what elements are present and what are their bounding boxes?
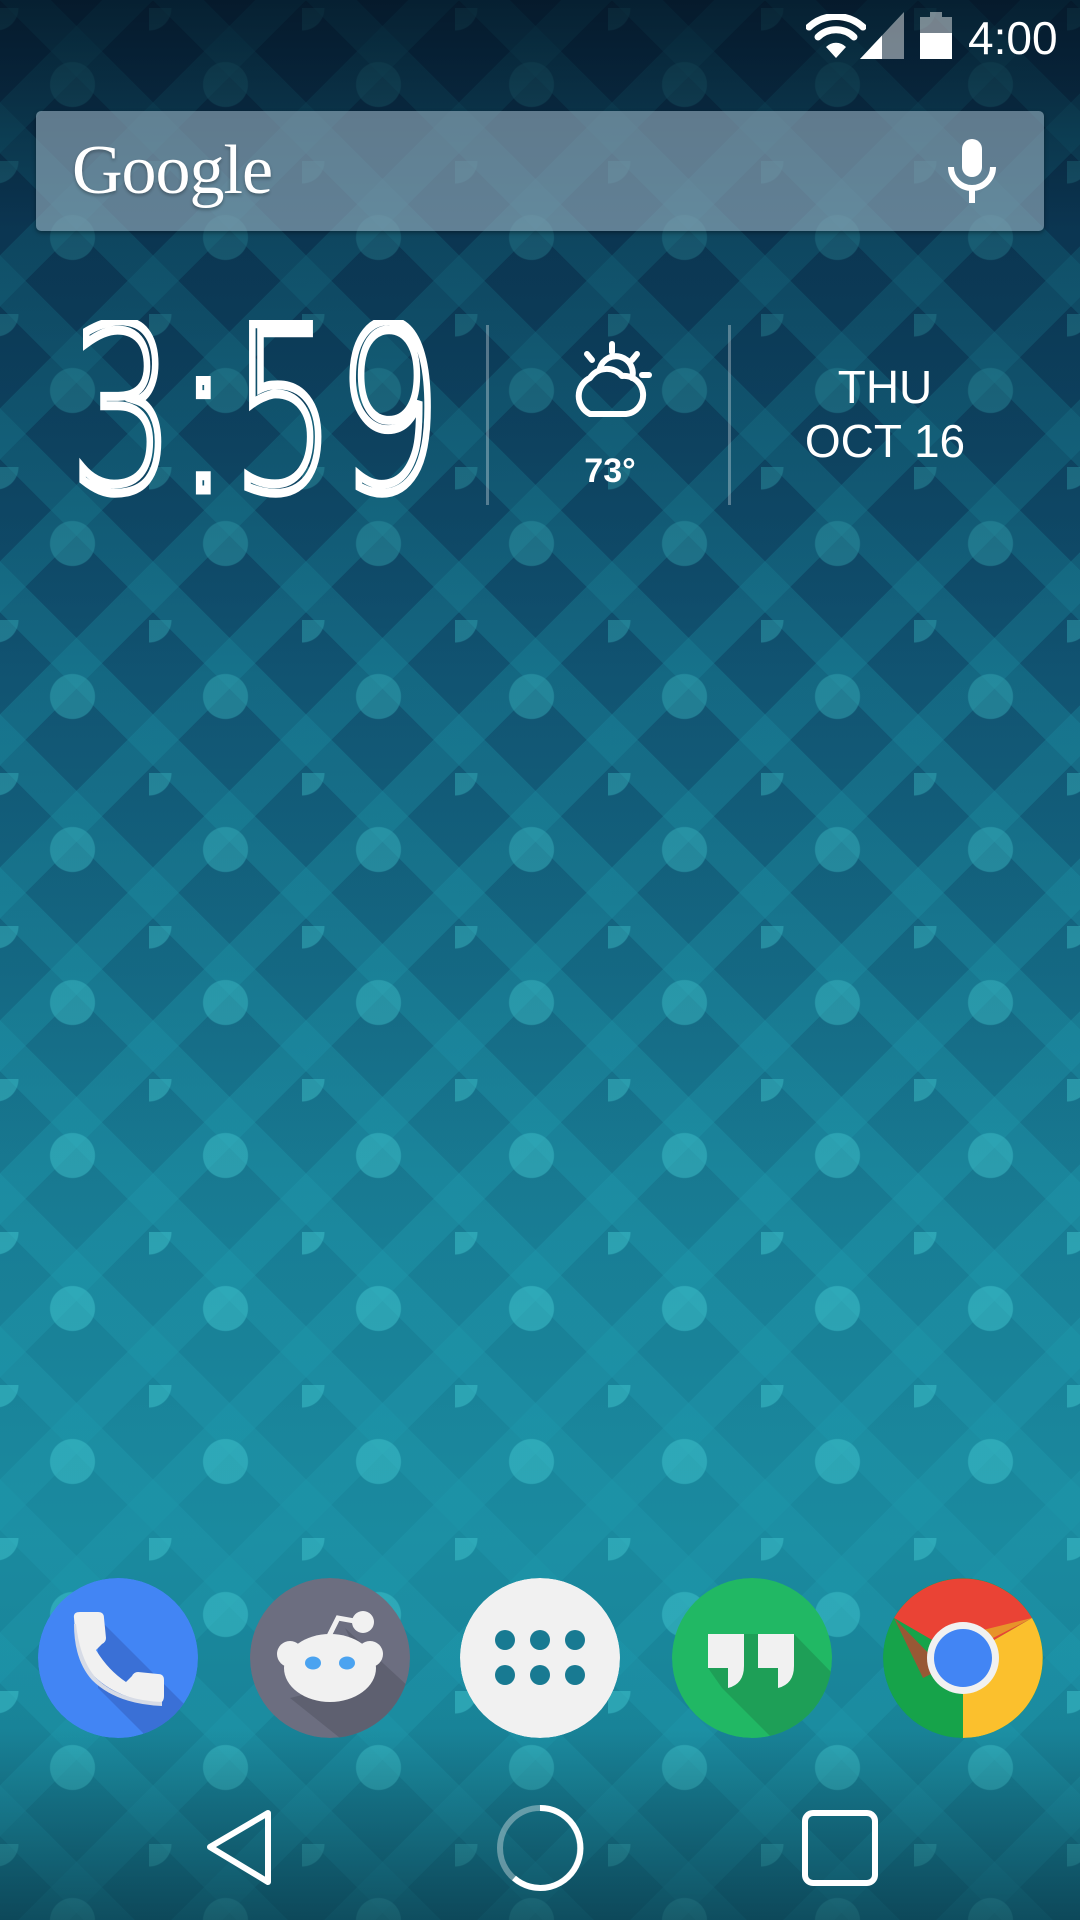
wifi-icon xyxy=(806,14,866,58)
dock-app-chrome[interactable] xyxy=(883,1578,1043,1738)
back-icon[interactable] xyxy=(200,1805,280,1890)
dock-app-phone[interactable] xyxy=(38,1578,198,1738)
dock-app-hangouts[interactable] xyxy=(672,1578,832,1738)
chrome-icon xyxy=(883,1578,1043,1738)
weather-temperature: 73° xyxy=(584,452,636,490)
google-logo: Google xyxy=(72,132,273,209)
microphone-icon[interactable] xyxy=(936,135,1008,207)
date-date: OCT 16 xyxy=(804,415,966,467)
dock-app-reddit[interactable] xyxy=(250,1578,410,1738)
battery-icon xyxy=(920,12,952,59)
date-day: THU xyxy=(837,361,933,413)
hangouts-icon xyxy=(672,1578,832,1738)
recents-icon[interactable] xyxy=(800,1808,880,1888)
phone-icon xyxy=(38,1578,198,1738)
widget-divider xyxy=(728,325,731,505)
google-search-bar[interactable]: Google xyxy=(36,111,1044,231)
date-display[interactable]: THU OCT 16 xyxy=(760,360,1010,468)
dock-app-drawer[interactable] xyxy=(460,1578,620,1738)
clock-time: 3:59 xyxy=(70,320,442,505)
partly-cloudy-icon[interactable] xyxy=(564,338,656,422)
widget-divider xyxy=(486,325,489,505)
home-icon[interactable] xyxy=(494,1802,586,1894)
clock-time-display[interactable]: 3:59 xyxy=(70,320,450,505)
cell-signal-icon xyxy=(860,12,904,59)
reddit-icon xyxy=(250,1578,410,1738)
status-time: 4:00 xyxy=(968,12,1058,64)
app-drawer-icon xyxy=(460,1578,620,1738)
status-bar: 4:00 xyxy=(0,0,1080,75)
